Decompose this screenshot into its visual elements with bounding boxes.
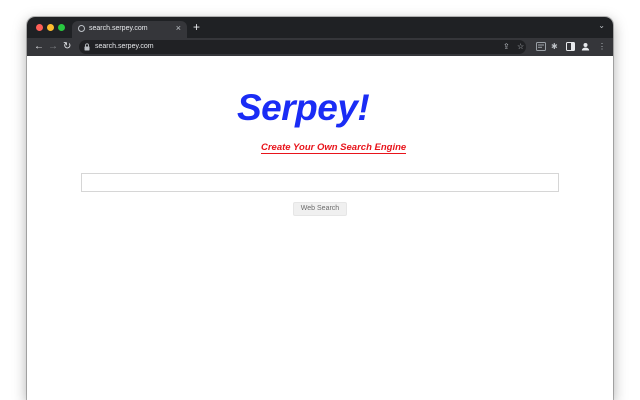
globe-icon bbox=[78, 25, 85, 32]
share-icon[interactable]: ⇪ bbox=[503, 41, 510, 53]
page-content: Serpey! Create Your Own Search Engine We… bbox=[27, 56, 613, 400]
tab-strip: search.serpey.com × + ⌄ bbox=[27, 17, 613, 38]
address-url: search.serpey.com bbox=[95, 43, 154, 50]
bookmark-star-icon[interactable]: ☆ bbox=[517, 41, 524, 53]
back-arrow-icon[interactable]: ← bbox=[34, 40, 44, 54]
lock-icon bbox=[84, 43, 90, 51]
window-minimize-button[interactable] bbox=[47, 24, 54, 31]
window-maximize-button[interactable] bbox=[58, 24, 65, 31]
new-tab-plus-icon[interactable]: + bbox=[193, 20, 200, 34]
tab-close-icon[interactable]: × bbox=[176, 23, 181, 33]
site-logo: Serpey! bbox=[237, 87, 370, 128]
side-panel-icon[interactable] bbox=[566, 42, 575, 51]
browser-window: search.serpey.com × + ⌄ ← → ↻ search.ser… bbox=[27, 17, 613, 400]
site-tagline[interactable]: Create Your Own Search Engine bbox=[261, 142, 407, 154]
extensions-puzzle-icon[interactable]: ✱ bbox=[551, 41, 558, 53]
extension-tile-icon[interactable] bbox=[536, 42, 546, 51]
web-search-button[interactable]: Web Search bbox=[293, 202, 347, 216]
window-close-button[interactable] bbox=[36, 24, 43, 31]
more-menu-icon[interactable]: ⋮ bbox=[598, 41, 606, 53]
forward-arrow-icon[interactable]: → bbox=[48, 40, 58, 54]
reload-icon[interactable]: ↻ bbox=[63, 40, 71, 54]
search-input[interactable] bbox=[81, 173, 559, 192]
address-bar[interactable]: search.serpey.com bbox=[79, 40, 526, 54]
browser-toolbar: ← → ↻ search.serpey.com ⇪ ☆ ✱ ⋮ bbox=[27, 38, 613, 56]
tab-title: search.serpey.com bbox=[89, 25, 148, 32]
tab-search-chevron-icon[interactable]: ⌄ bbox=[598, 21, 605, 30]
browser-tab[interactable]: search.serpey.com × bbox=[72, 21, 187, 38]
profile-avatar-icon[interactable] bbox=[581, 42, 590, 51]
